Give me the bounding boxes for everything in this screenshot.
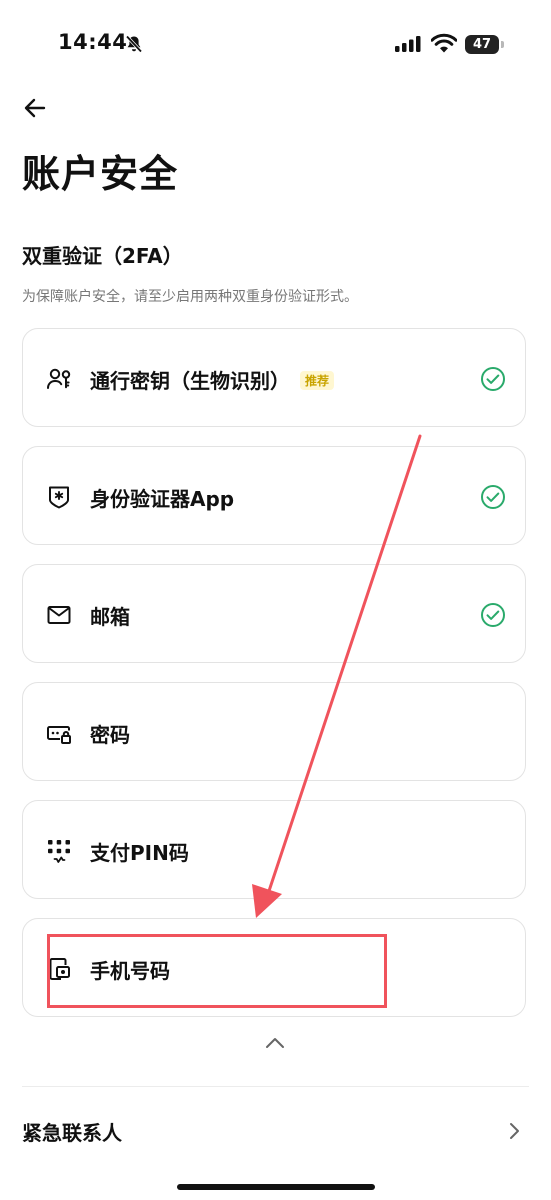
option-label: 邮箱 [90,605,130,629]
status-bar: 14:44 47 [0,0,551,90]
bell-off-icon [125,35,143,53]
option-label: 手机号码 [90,959,170,983]
option-label: 通行密钥（生物识别） 推荐 [90,365,335,394]
chevron-up-icon[interactable] [264,1036,286,1050]
divider [22,1086,529,1087]
emergency-contact-label: 紧急联系人 [22,1121,122,1145]
page-title: 账户安全 [22,152,179,196]
wifi-icon [431,33,457,53]
option-authenticator-app[interactable]: 身份验证器App [22,446,526,545]
option-label: 支付PIN码 [90,841,189,865]
chevron-right-icon [510,1123,519,1139]
option-phone-number[interactable]: 手机号码 [22,918,526,1017]
option-email[interactable]: 邮箱 [22,564,526,663]
section-title-2fa: 双重验证（2FA） [22,244,183,268]
pin-keypad-icon [48,840,70,863]
check-circle-icon [481,367,505,391]
option-passkey[interactable]: 通行密钥（生物识别） 推荐 [22,328,526,427]
option-payment-pin[interactable]: 支付PIN码 [22,800,526,899]
signal-icon [395,36,421,52]
status-time: 14:44 [58,30,128,54]
battery-icon: 47 [465,35,505,55]
battery-level: 47 [465,35,499,54]
recommended-badge: 推荐 [300,371,335,390]
check-circle-icon [481,485,505,509]
option-label: 密码 [90,723,130,747]
phone-icon [49,958,70,980]
passkey-icon [47,368,71,389]
authenticator-shield-icon [49,486,69,509]
home-indicator [177,1184,375,1190]
section-description: 为保障账户安全，请至少启用两种双重身份验证形式。 [22,289,358,305]
check-circle-icon [481,603,505,627]
mail-icon [47,606,71,624]
option-label: 身份验证器App [90,487,235,511]
battery-tip [501,41,504,48]
option-label-text: 通行密钥（生物识别） [90,369,290,393]
arrow-left-icon[interactable] [22,95,50,121]
option-password[interactable]: 密码 [22,682,526,781]
emergency-contact-row[interactable]: 紧急联系人 [0,1100,551,1162]
password-icon [47,726,71,744]
